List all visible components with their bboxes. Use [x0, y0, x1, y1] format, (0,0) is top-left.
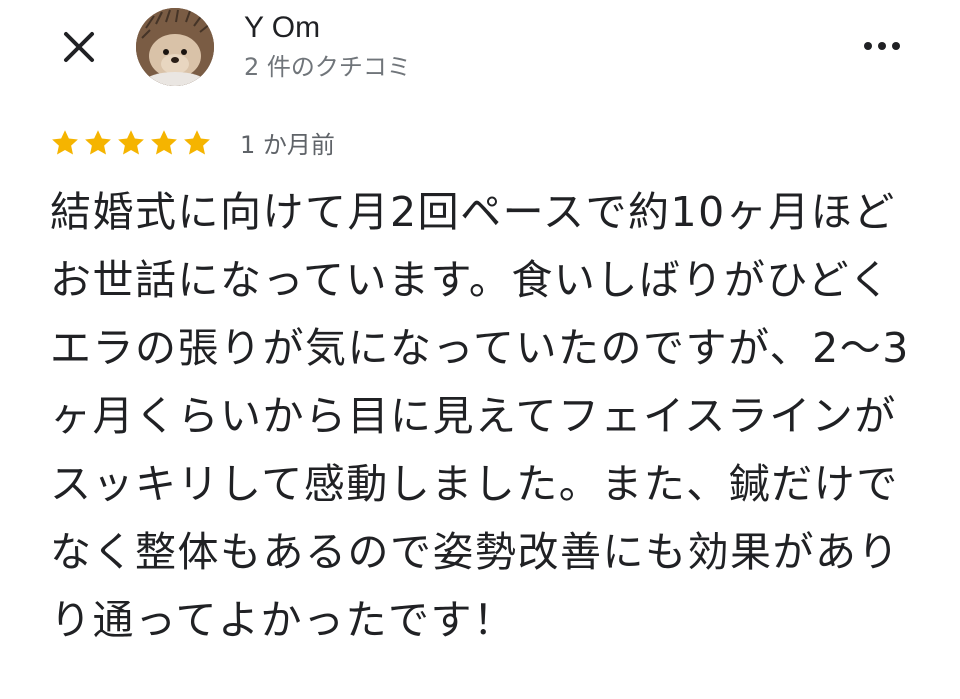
close-icon: [64, 32, 94, 62]
review-date: 1 か月前: [240, 131, 335, 159]
more-options-button[interactable]: [858, 30, 906, 62]
avatar[interactable]: [136, 8, 214, 86]
star-icon: [52, 130, 78, 155]
star-icon: [151, 130, 177, 155]
more-horizontal-icon: [864, 42, 900, 50]
star-icon: [85, 130, 111, 155]
star-icon: [118, 130, 144, 155]
reviewer-name[interactable]: Y Om: [244, 10, 320, 46]
star-icon: [184, 130, 210, 155]
star-rating: [50, 128, 212, 158]
hedgehog-photo: [136, 8, 214, 86]
review-text: 結婚式に向けて月2回ペースで約10ヶ月ほどお世話になっています。食いしばりがひど…: [50, 188, 910, 644]
close-button[interactable]: [58, 26, 100, 68]
review-count[interactable]: 2 件のクチコミ: [244, 50, 411, 84]
